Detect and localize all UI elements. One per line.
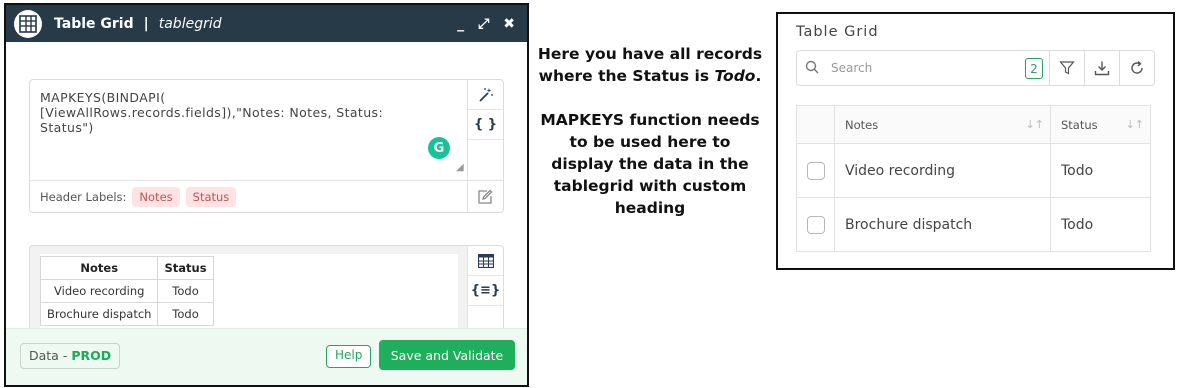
braces-button[interactable]: { }: [468, 110, 503, 140]
header-label-status[interactable]: Status: [185, 187, 237, 207]
annotation-line-2: MAPKEYS function needs to be used here t…: [540, 111, 760, 217]
header-labels-caption: Header Labels:: [40, 190, 127, 204]
dialog-header: Table Grid | tablegrid _ ⤢ ✖: [6, 5, 527, 42]
table-grid-card: Table Grid Search 2 Notes ↓↑ Status ↓↑ V…: [776, 12, 1175, 270]
help-button[interactable]: Help: [326, 345, 372, 368]
json-view-icon[interactable]: {≡}: [468, 276, 503, 306]
preview-side-toolbar: {≡}: [467, 246, 503, 334]
formula-editor: MAPKEYS(BINDAPI( [ViewAllRows.records.fi…: [29, 79, 504, 213]
annotation-text-c: .: [755, 67, 762, 85]
editor-dialog: Table Grid | tablegrid _ ⤢ ✖ MAPKEYS(BIN…: [4, 3, 529, 387]
sort-icon[interactable]: ↓↑: [1126, 118, 1144, 131]
column-header-status[interactable]: Status ↓↑: [1051, 106, 1150, 143]
environment-badge: Data - PROD: [20, 343, 121, 369]
search-placeholder: Search: [831, 61, 873, 75]
table-row[interactable]: Video recording Todo: [797, 144, 1150, 198]
grid-header-row: Notes ↓↑ Status ↓↑: [797, 106, 1150, 144]
magic-wand-icon[interactable]: [468, 80, 503, 110]
formula-input[interactable]: MAPKEYS(BINDAPI( [ViewAllRows.records.fi…: [40, 90, 460, 135]
table-view-icon[interactable]: [468, 246, 503, 276]
preview-header-status: Status: [157, 256, 214, 280]
env-label: Data -: [29, 348, 72, 363]
resize-handle-icon[interactable]: ◢: [456, 162, 464, 173]
expand-icon[interactable]: ⤢: [478, 16, 489, 32]
row-checkbox-cell: [797, 198, 835, 251]
cell-notes: Video recording: [835, 144, 1051, 197]
refresh-icon[interactable]: [1119, 51, 1154, 85]
table-row: Video recording Todo: [39, 279, 214, 303]
title-separator: |: [143, 15, 149, 32]
header-label-notes[interactable]: Notes: [132, 187, 180, 207]
row-checkbox[interactable]: [806, 215, 825, 234]
preview-cell: Video recording: [39, 279, 159, 303]
window-controls: _ ⤢ ✖: [457, 5, 515, 42]
card-title: Table Grid: [796, 24, 879, 40]
table-icon: [14, 9, 42, 38]
annotation-text-todo: Todo: [714, 67, 756, 85]
column-header-status-label: Status: [1061, 117, 1098, 132]
minimize-icon[interactable]: _: [457, 16, 464, 32]
table-row[interactable]: Brochure dispatch Todo: [797, 198, 1150, 251]
cell-status: Todo: [1061, 216, 1094, 233]
sort-icon[interactable]: ↓↑: [1026, 118, 1044, 131]
data-grid: Notes ↓↑ Status ↓↑ Video recording Todo …: [796, 105, 1151, 252]
column-header-notes-label: Notes: [845, 117, 879, 132]
header-checkbox-cell: [797, 106, 835, 143]
preview-area: Notes Status Video recording Todo Brochu…: [39, 254, 458, 334]
preview-cell: Brochure dispatch: [39, 302, 159, 326]
row-checkbox[interactable]: [806, 161, 825, 180]
preview-table: Notes Status Video recording Todo Brochu…: [39, 256, 214, 326]
grammarly-icon[interactable]: G: [428, 137, 450, 159]
preview-cell: Todo: [157, 279, 214, 303]
edit-labels-icon[interactable]: [467, 180, 503, 213]
dialog-title: Table Grid: [54, 15, 134, 32]
search-icon: [805, 60, 819, 77]
row-checkbox-cell: [797, 144, 835, 197]
search-input[interactable]: Search 2: [797, 51, 1049, 85]
annotation-line-1: Here you have all records where the Stat…: [536, 43, 764, 87]
save-and-validate-button[interactable]: Save and Validate: [379, 340, 515, 370]
dialog-footer: Data - PROD Help Save and Validate: [6, 328, 527, 385]
table-row: Brochure dispatch Todo: [39, 302, 214, 326]
preview-header-notes: Notes: [39, 256, 159, 280]
header-labels-row: Header Labels: Notes Status: [30, 180, 467, 213]
env-value: PROD: [71, 348, 112, 363]
cell-status: Todo: [1061, 162, 1094, 179]
dialog-subtitle: tablegrid: [158, 15, 222, 32]
download-icon[interactable]: [1084, 51, 1119, 85]
annotation-text: Here you have all records where the Stat…: [536, 43, 764, 241]
record-count-badge: 2: [1025, 58, 1043, 79]
filter-icon[interactable]: [1049, 51, 1084, 85]
cell-notes: Brochure dispatch: [835, 198, 1051, 251]
close-icon[interactable]: ✖: [503, 16, 515, 32]
preview-cell: Todo: [157, 302, 214, 326]
output-preview: Notes Status Video recording Todo Brochu…: [29, 245, 504, 335]
grid-toolbar: Search 2: [796, 50, 1155, 86]
column-header-notes[interactable]: Notes ↓↑: [835, 106, 1051, 143]
